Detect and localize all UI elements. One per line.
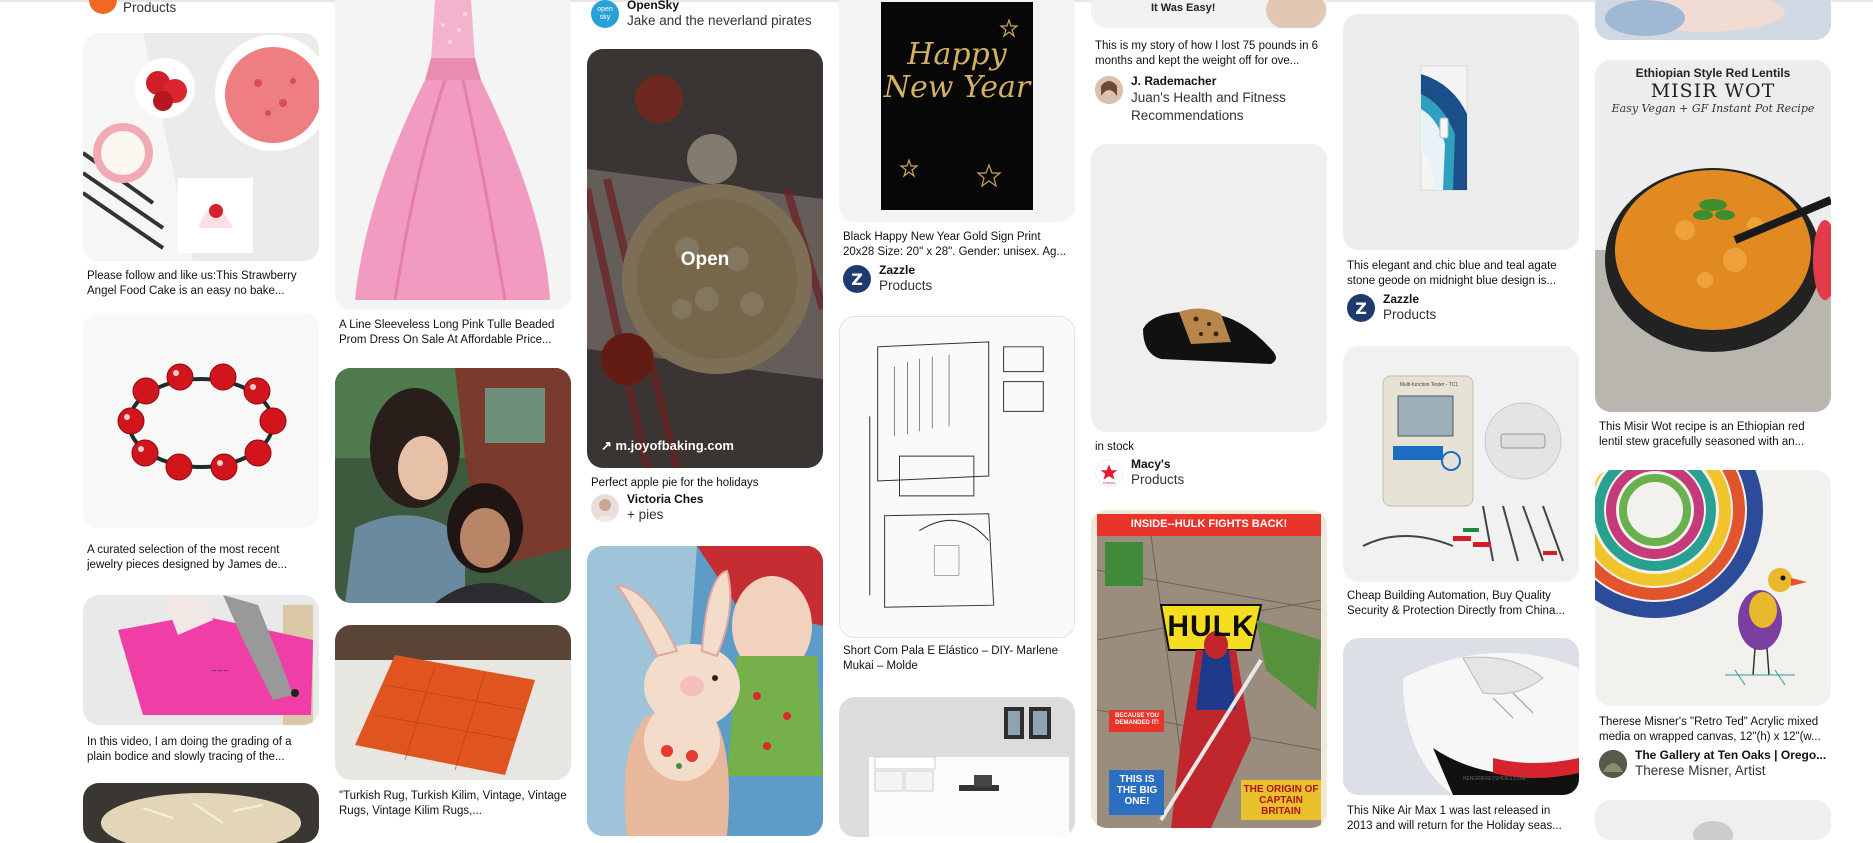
pin-publisher[interactable]: Z Zazzle Products <box>843 263 1075 297</box>
pin-image-geode-switchplate[interactable] <box>1343 14 1579 250</box>
pin-caption[interactable]: Therese Misner's "Retro Ted" Acrylic mix… <box>1599 715 1827 745</box>
source-link-text: m.joyofbaking.com <box>615 438 734 453</box>
pin-board-label: Products <box>123 0 177 15</box>
pin-image-weight-loss[interactable]: It Was Easy! <box>1091 0 1327 28</box>
pin-image-movie-scene[interactable] <box>335 368 571 603</box>
image-text-line1: Ethiopian Style Red Lentils <box>1635 66 1791 80</box>
pin-caption[interactable]: This elegant and chic blue and teal agat… <box>1347 259 1575 289</box>
pin-image-jewelry[interactable] <box>83 313 319 528</box>
publisher-name[interactable]: The Gallery at Ten Oaks | Orego... <box>1635 748 1831 762</box>
svg-text:~~~: ~~~ <box>211 667 229 675</box>
pin-publisher[interactable]: J. Rademacher Juan's Health and Fitness … <box>1095 74 1327 124</box>
publisher-avatar[interactable] <box>89 0 117 14</box>
image-text: Multi-function Tester - TC1 <box>1399 382 1459 388</box>
pin-publisher[interactable]: Z Zazzle Products <box>1347 292 1579 326</box>
user-avatar[interactable] <box>1095 76 1123 104</box>
pin-image-nike-air-max[interactable]: KENGRIFFEYSHOES.COM <box>1343 638 1579 795</box>
publisher-name[interactable]: Victoria Ches <box>627 492 823 506</box>
opensky-avatar[interactable]: open sky <box>591 0 619 28</box>
publisher-name[interactable]: Macy's <box>1131 457 1327 471</box>
pin-image-multifunction-tester[interactable]: Multi-function Tester - TC1 <box>1343 346 1579 582</box>
board-name[interactable]: Products <box>1383 307 1579 322</box>
pin-caption[interactable]: in stock <box>1095 440 1323 455</box>
pin-caption[interactable]: Cheap Building Automation, Buy Quality S… <box>1347 589 1575 619</box>
pin-image-food[interactable] <box>83 783 319 843</box>
publisher-name[interactable]: J. Rademacher <box>1131 74 1327 88</box>
image-watermark: KENGRIFFEYSHOES.COM <box>1463 776 1526 782</box>
pin-card[interactable]: Products <box>83 0 319 20</box>
pin-image-misir-wot[interactable]: Ethiopian Style Red Lentils MISIR WOT Ea… <box>1595 60 1831 412</box>
pin-publisher[interactable]: The Gallery at Ten Oaks | Orego... There… <box>1599 748 1831 782</box>
image-text-badge: THIS IS THE BIG ONE! <box>1116 774 1158 807</box>
image-text-story: THE ORIGIN OF CAPTAIN BRITAIN <box>1243 784 1319 817</box>
pin-caption[interactable]: Short Com Pala E Elástico – DIY- Marlene… <box>843 644 1071 674</box>
pin-caption[interactable]: "Turkish Rug, Turkish Kilim, Vintage, Vi… <box>339 789 567 819</box>
user-avatar[interactable] <box>591 494 619 522</box>
pin-image-retro-ted-art[interactable] <box>1595 470 1831 706</box>
pin-caption[interactable]: Please follow and like us:This Strawberr… <box>87 269 315 299</box>
pin-caption[interactable]: Perfect apple pie for the holidays <box>591 476 819 491</box>
svg-text:Z: Z <box>851 270 863 289</box>
pin-image-strawberry-cake[interactable] <box>83 33 319 261</box>
publisher-name[interactable]: OpenSky <box>627 0 823 12</box>
board-name[interactable]: Jake and the neverland pirates <box>627 13 823 28</box>
board-name[interactable]: Juan's Health and Fitness Recommendation… <box>1131 89 1327 127</box>
pin-image-bodice-pattern[interactable]: ~~~ <box>83 595 319 725</box>
zazzle-avatar[interactable]: Z <box>1347 294 1375 322</box>
pin-image-partial[interactable] <box>1595 800 1831 840</box>
pin-image-hulk-comic[interactable]: INSIDE--HULK FIGHTS BACK! HULK BECAUSE Y… <box>1091 510 1327 828</box>
pin-caption[interactable]: This Misir Wot recipe is an Ethiopian re… <box>1599 420 1827 450</box>
pin-image-baby[interactable] <box>1595 0 1831 40</box>
pin-caption[interactable]: A curated selection of the most recent j… <box>87 543 315 573</box>
pin-caption[interactable]: In this video, I am doing the grading of… <box>87 735 315 765</box>
pin-publisher[interactable]: macys Macy's Products <box>1095 457 1327 491</box>
pin-publisher[interactable]: open sky OpenSky Jake and the neverland … <box>591 0 823 32</box>
image-text: It Was Easy! <box>1151 2 1216 14</box>
svg-text:macys: macys <box>1103 481 1115 485</box>
pin-caption[interactable]: Black Happy New Year Gold Sign Print 20x… <box>843 230 1071 260</box>
image-text-top: INSIDE--HULK FIGHTS BACK! <box>1130 518 1288 530</box>
board-name[interactable]: + pies <box>627 507 823 522</box>
image-text-blurb: BECAUSE YOU DEMANDED IT! <box>1115 713 1159 726</box>
zazzle-avatar[interactable]: Z <box>843 265 871 293</box>
pin-caption[interactable]: This is my story of how I lost 75 pounds… <box>1095 39 1323 69</box>
gallery-avatar[interactable] <box>1599 750 1627 778</box>
pin-caption[interactable]: This Nike Air Max 1 was last released in… <box>1347 804 1575 834</box>
publisher-name[interactable]: Zazzle <box>879 263 1075 277</box>
pin-image-shoe[interactable] <box>1091 144 1327 432</box>
svg-text:Z: Z <box>1355 299 1367 318</box>
external-link-icon: ↗ <box>601 438 616 453</box>
pin-image-orange-rug[interactable] <box>335 625 571 780</box>
board-name[interactable]: Therese Misner, Artist <box>1635 763 1831 778</box>
pin-image-happy-new-year[interactable]: Happy New Year <box>839 0 1075 222</box>
pin-image-pink-dress[interactable] <box>335 0 571 310</box>
image-text: Happy New Year <box>883 37 1031 105</box>
image-text-line2: MISIR WOT <box>1650 80 1776 102</box>
pin-caption[interactable]: A Line Sleeveless Long Pink Tulle Beaded… <box>339 318 567 348</box>
pin-image-desk[interactable] <box>839 697 1075 837</box>
publisher-name[interactable]: Zazzle <box>1383 292 1579 306</box>
pin-image-sewing-pattern[interactable] <box>839 316 1075 638</box>
image-text-logo: HULK <box>1167 610 1255 643</box>
pin-image-apple-pie[interactable]: Open ↗ m.joyofbaking.com <box>587 49 823 468</box>
macys-avatar[interactable]: macys <box>1095 459 1123 487</box>
board-name[interactable]: Products <box>1131 472 1327 487</box>
pin-publisher[interactable]: Victoria Ches + pies <box>591 492 823 526</box>
open-button[interactable]: Open <box>587 249 823 271</box>
source-link[interactable]: ↗ m.joyofbaking.com <box>601 438 734 454</box>
pin-image-felt-bunny[interactable] <box>587 546 823 836</box>
image-text-line3: Easy Vegan + GF Instant Pot Recipe <box>1611 102 1815 115</box>
board-name[interactable]: Products <box>879 278 1075 293</box>
